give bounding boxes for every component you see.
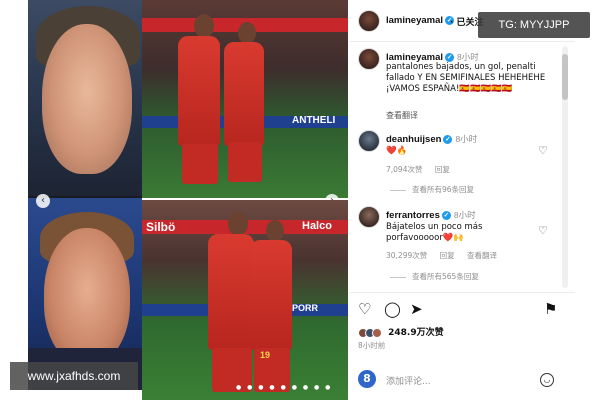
player-4 xyxy=(250,240,292,350)
likes-summary[interactable]: 248.9万次赞 xyxy=(358,325,444,338)
banner-sponsor-mid: PORR xyxy=(292,303,319,313)
posted-time: 8小时前 xyxy=(358,341,386,350)
player-1 xyxy=(178,36,220,146)
site-watermark: www.jxafhds.com xyxy=(10,362,138,390)
comment-username-1[interactable]: deanhuijsen ✓ 8小时 xyxy=(386,133,477,145)
banner-sponsor-left: Silbö xyxy=(146,220,176,234)
view-replies-1[interactable]: 查看所有96条回复 xyxy=(390,184,474,195)
comment-icon[interactable]: ◯ xyxy=(384,300,401,318)
banner-sponsor-right: Halco xyxy=(302,220,332,232)
comment-likes-1[interactable]: 7,094次赞 xyxy=(386,165,422,174)
emoji-icon[interactable]: ◡ xyxy=(540,373,554,387)
comment-text-1: ❤️🔥 xyxy=(386,146,408,156)
scrollbar-thumb[interactable] xyxy=(562,54,568,100)
player-photo-top: ANTHELI xyxy=(142,0,348,198)
comment-reply-button-1[interactable]: 回复 xyxy=(435,165,450,174)
telegram-watermark: TG: MYYJJPP xyxy=(478,12,590,38)
post-caption: pantalones bajados, un gol, penalti fall… xyxy=(386,62,546,94)
heart-icon[interactable]: ♡ xyxy=(358,300,371,318)
comment-meta-2: 30,299次赞 回复 查看翻译 xyxy=(386,250,507,261)
comment-meta-1: 7,094次赞 回复 xyxy=(386,164,460,175)
banner-sponsor-top: ANTHELI xyxy=(292,115,336,126)
player-3 xyxy=(208,234,254,350)
comment-avatar-2[interactable] xyxy=(358,206,380,228)
bookmark-icon[interactable]: ⚑ xyxy=(544,300,557,318)
caption-avatar[interactable] xyxy=(358,48,380,70)
author-avatar[interactable] xyxy=(358,10,380,32)
comment-username-2[interactable]: ferrantorres ✓ 8小时 xyxy=(386,209,476,221)
comment-like-icon-1[interactable]: ♡ xyxy=(538,144,548,157)
player-photo-bottom: Silbö Halco PORR 19 xyxy=(142,200,348,400)
comment-likes-2[interactable]: 30,299次赞 xyxy=(386,251,427,260)
comment-reply-button-2[interactable]: 回复 xyxy=(440,251,455,260)
commenter-avatar: 8 xyxy=(358,370,376,388)
view-replies-2[interactable]: 查看所有565条回复 xyxy=(390,271,479,282)
verified-icon: ✓ xyxy=(445,52,455,62)
player-2 xyxy=(224,42,264,146)
carousel-prev-button[interactable]: ‹ xyxy=(36,194,50,208)
author-username-header[interactable]: lamineyamal ✓ xyxy=(386,15,455,26)
verified-icon: ✓ xyxy=(441,210,451,220)
carousel-indicator: ● ● ● ● ● ● ● ● ● xyxy=(236,384,333,391)
comment-text-2: Bájatelos un poco más porfavooooor❤️🙌 xyxy=(386,222,483,243)
comment-avatar-1[interactable] xyxy=(358,130,380,152)
comment-translate-2[interactable]: 查看翻译 xyxy=(467,251,497,260)
comment-input[interactable]: 添加评论... xyxy=(386,374,431,387)
comment-like-icon-2[interactable]: ♡ xyxy=(538,224,548,237)
verified-icon: ✓ xyxy=(443,134,453,144)
portrait-top xyxy=(28,0,142,196)
shirt-number: 19 xyxy=(260,350,271,360)
caption-translate-link[interactable]: 查看翻译 xyxy=(386,110,418,121)
man-face-bottom xyxy=(44,228,130,364)
caption-time: 8小时 xyxy=(457,52,479,62)
likes-count: 248.9万次赞 xyxy=(388,328,444,338)
send-icon[interactable]: ➤ xyxy=(410,300,423,318)
man-face-top xyxy=(42,24,132,174)
